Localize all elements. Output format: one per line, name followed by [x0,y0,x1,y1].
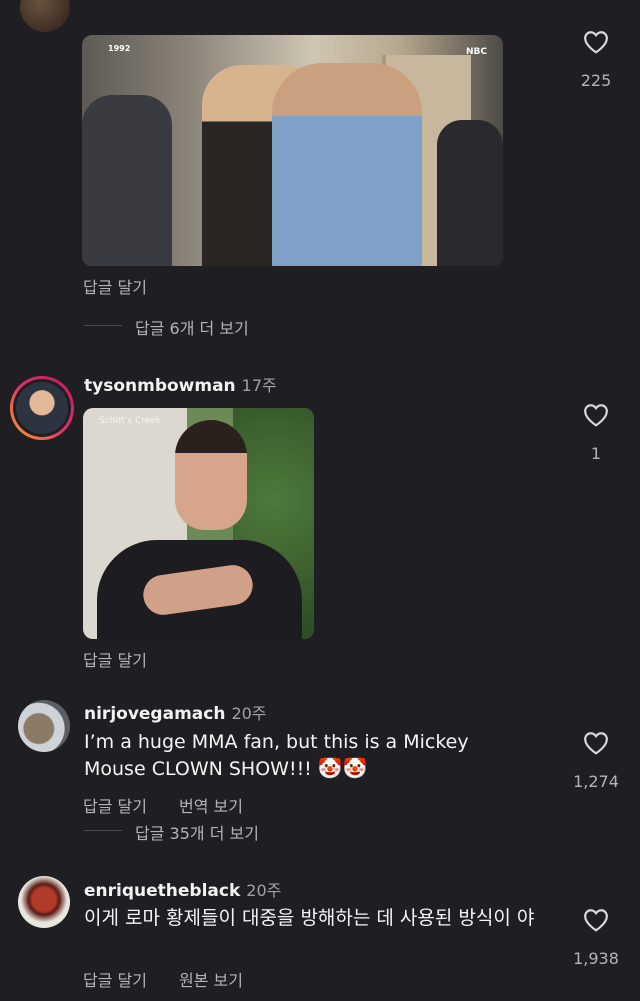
username[interactable]: tysonmbowman [84,376,236,396]
like-button[interactable] [583,30,609,54]
clown-emoji: 🤡🤡 [317,756,368,780]
comment-text: 이게 로마 황제들이 대중을 방해하는 데 사용된 방식이 야 [84,907,535,929]
avatar-image [16,382,68,434]
heart-outline-icon [584,31,608,54]
gif-channel-logo: NBC [466,47,487,57]
timestamp: 20주 [246,881,282,900]
avatar[interactable] [18,700,70,752]
reply-button[interactable]: 답글 달기 [83,967,147,991]
avatar [13,379,71,437]
gif-caption: 1992 [108,44,131,53]
gif-person [82,95,172,266]
see-original-button[interactable]: 원본 보기 [179,967,243,991]
gif-watermark: Schitt's Creek [99,416,162,426]
reply-button[interactable]: 답글 달기 [83,647,147,671]
avatar[interactable] [20,0,70,32]
heart-outline-icon [584,404,608,427]
avatar[interactable] [18,876,70,928]
like-count: 1,938 [573,949,619,968]
reply-button[interactable]: 답글 달기 [83,274,147,298]
gif-person [437,120,503,266]
view-replies-button[interactable]: 답글 6개 더 보기 [135,315,249,339]
reply-button[interactable]: 답글 달기 [83,793,147,817]
gif-person [272,63,422,266]
view-replies-button[interactable]: 답글 35개 더 보기 [135,820,259,844]
like-count: 1 [590,444,602,463]
like-count: 1,274 [573,772,619,791]
comment-body: I’m a huge MMA fan, but this is a Mickey… [84,731,469,780]
heart-outline-icon [584,909,608,932]
translate-button[interactable]: 번역 보기 [179,793,243,817]
timestamp: 17주 [241,376,277,395]
replies-divider [84,325,122,326]
gif-person [175,420,247,530]
comment-gif[interactable]: 1992 NBC [82,35,503,266]
username[interactable]: enriquetheblack [84,881,240,901]
like-count: 225 [580,71,612,90]
username[interactable]: nirjovegamach [84,704,225,724]
timestamp: 20주 [231,704,267,723]
like-button[interactable] [583,731,609,755]
comment-text: I’m a huge MMA fan, but this is a Mickey… [84,729,524,782]
story-ring[interactable] [10,376,74,440]
like-button[interactable] [583,403,609,427]
like-button[interactable] [583,908,609,932]
replies-divider [84,830,122,831]
comment-gif[interactable]: Schitt's Creek [83,408,314,639]
heart-outline-icon [584,732,608,755]
